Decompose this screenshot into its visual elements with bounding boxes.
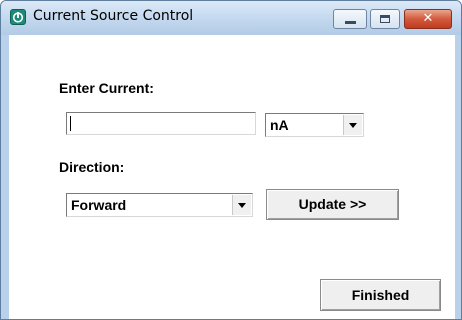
dialog-body: Enter Current: nA Direction: Forward Upd… — [9, 35, 455, 319]
enter-current-label: Enter Current: — [59, 80, 154, 96]
update-button[interactable]: Update >> — [266, 189, 399, 220]
chevron-down-icon — [238, 203, 246, 208]
close-icon: ✕ — [422, 11, 434, 26]
unit-dropdown[interactable]: nA — [265, 113, 364, 137]
minimize-icon — [345, 21, 356, 24]
current-input[interactable] — [66, 112, 256, 135]
app-power-icon — [10, 9, 26, 25]
chevron-down-icon — [349, 123, 357, 128]
direction-dropdown[interactable]: Forward — [66, 193, 253, 217]
update-button-label: Update >> — [298, 196, 367, 212]
maximize-icon — [380, 15, 390, 23]
unit-dropdown-arrow[interactable] — [343, 115, 362, 135]
finished-button[interactable]: Finished — [320, 279, 441, 311]
direction-label: Direction: — [59, 159, 125, 175]
direction-selected-value: Forward — [71, 197, 127, 213]
direction-dropdown-arrow[interactable] — [232, 195, 251, 215]
finished-button-label: Finished — [351, 287, 410, 303]
unit-selected-value: nA — [270, 117, 289, 133]
window-title: Current Source Control — [33, 8, 194, 24]
minimize-button[interactable] — [333, 9, 367, 29]
text-caret — [70, 116, 71, 131]
maximize-button[interactable] — [370, 9, 400, 29]
title-bar[interactable]: Current Source Control ✕ — [1, 1, 461, 35]
app-window: Current Source Control ✕ Enter Current: … — [0, 0, 462, 320]
close-button[interactable]: ✕ — [404, 9, 452, 29]
